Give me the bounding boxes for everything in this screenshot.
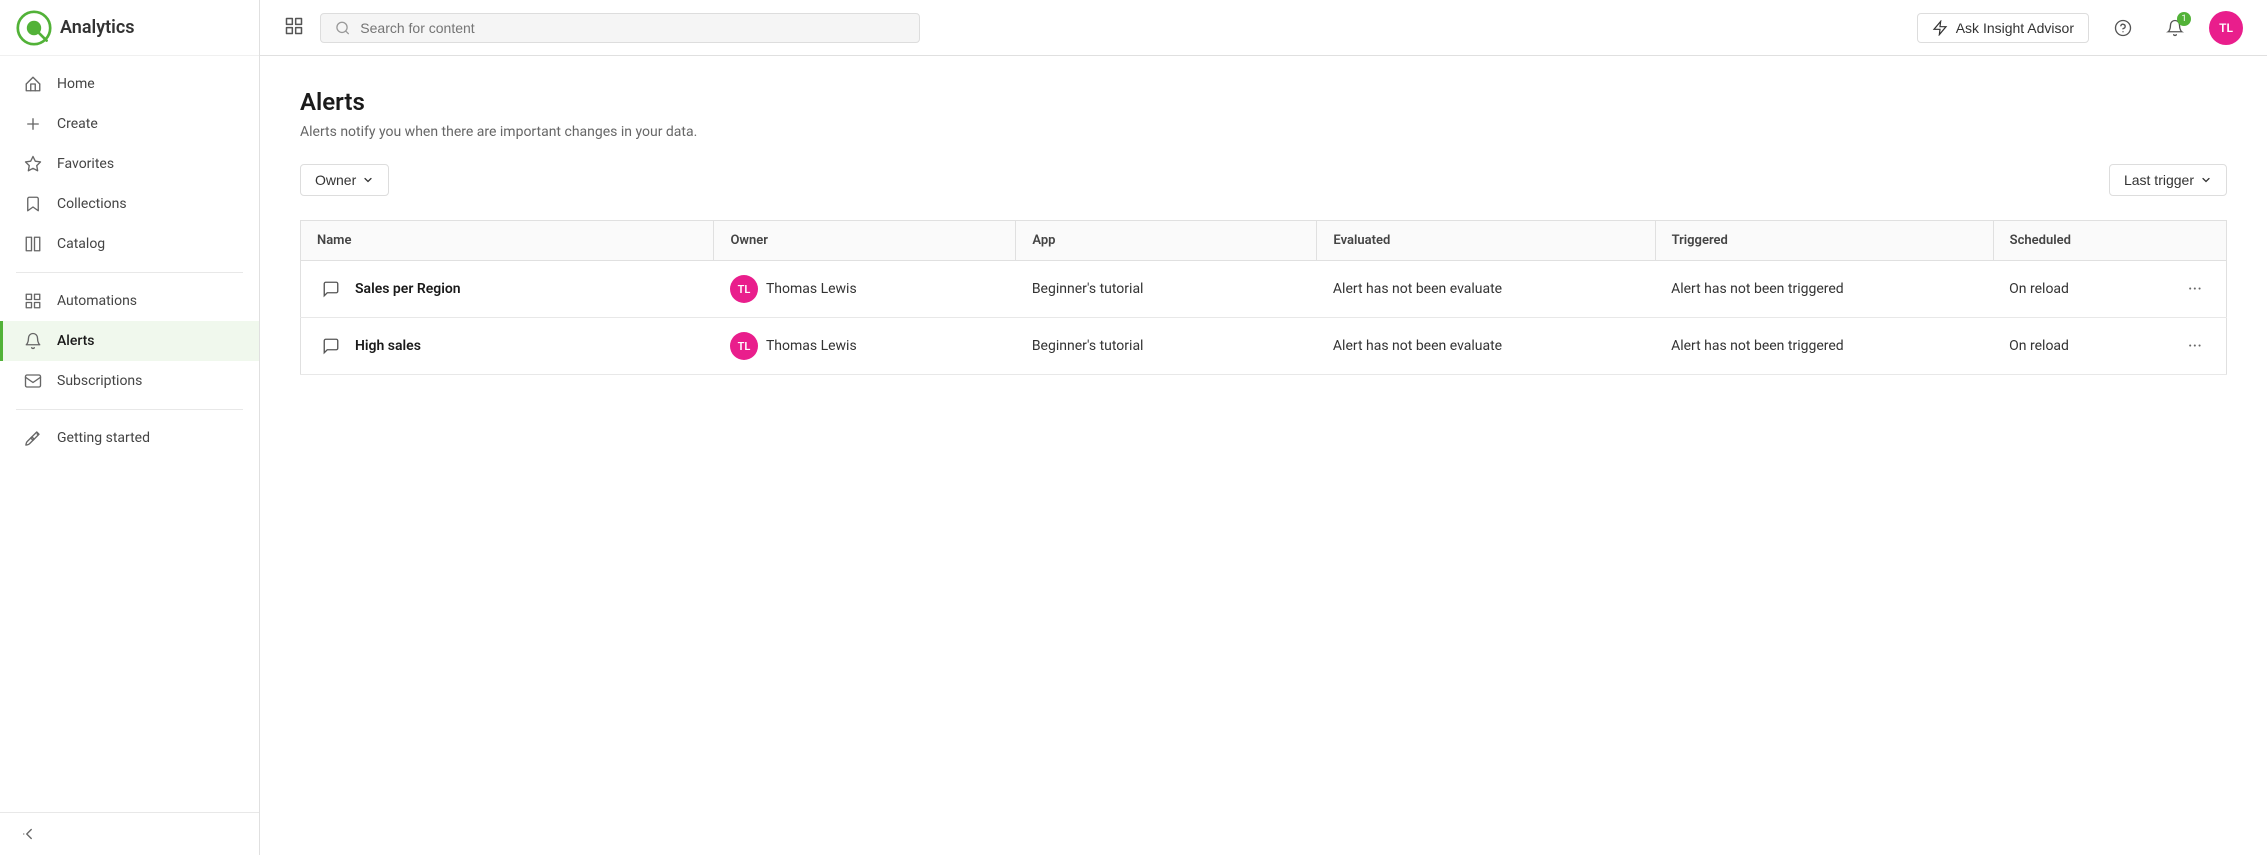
- bookmark-icon: [23, 194, 43, 214]
- col-header-name: Name: [301, 221, 714, 261]
- table-row: High sales TL Thomas Lewis Beginner's tu…: [301, 318, 2227, 375]
- rocket-icon: [23, 428, 43, 448]
- col-header-evaluated: Evaluated: [1317, 221, 1655, 261]
- alert-app-cell: Beginner's tutorial: [1016, 261, 1317, 318]
- alert-evaluated-cell: Alert has not been evaluate: [1317, 261, 1655, 318]
- notification-badge: 1: [2177, 12, 2191, 26]
- email-icon: [23, 371, 43, 391]
- sidebar-item-label: Favorites: [57, 156, 114, 172]
- alert-actions-cell: ···: [2164, 318, 2227, 375]
- plus-icon: [23, 114, 43, 134]
- alert-row-icon: [317, 275, 345, 303]
- sidebar: Analytics Home Create Favorites: [0, 0, 260, 855]
- page-content: Alerts Alerts notify you when there are …: [260, 56, 2267, 855]
- sidebar-item-label: Getting started: [57, 430, 150, 446]
- insight-icon: [1932, 20, 1948, 36]
- alert-actions-cell: ···: [2164, 261, 2227, 318]
- qlik-logo: Analytics: [16, 10, 135, 46]
- owner-avatar: TL: [730, 275, 758, 303]
- sidebar-nav: Home Create Favorites Collections: [0, 56, 259, 812]
- insight-advisor-label: Ask Insight Advisor: [1956, 20, 2074, 36]
- row-actions-button[interactable]: ···: [2180, 332, 2210, 361]
- alert-name-cell: Sales per Region: [301, 261, 714, 318]
- sidebar-item-collections[interactable]: Collections: [0, 184, 259, 224]
- header-right: Ask Insight Advisor 1 TL: [1917, 10, 2243, 46]
- alerts-table: Name Owner App Evaluated Triggered Sched…: [300, 220, 2227, 375]
- alert-evaluated-cell: Alert has not been evaluate: [1317, 318, 1655, 375]
- sidebar-item-home[interactable]: Home: [0, 64, 259, 104]
- home-icon: [23, 74, 43, 94]
- owner-avatar: TL: [730, 332, 758, 360]
- owner-filter-label: Owner: [315, 172, 356, 188]
- search-bar[interactable]: [320, 13, 920, 43]
- alert-name[interactable]: Sales per Region: [355, 281, 461, 297]
- sidebar-item-label: Catalog: [57, 236, 105, 252]
- notifications-button[interactable]: 1: [2157, 10, 2193, 46]
- alert-triggered-cell: Alert has not been triggered: [1655, 261, 1993, 318]
- automations-icon: [23, 291, 43, 311]
- apps-grid-button[interactable]: [284, 16, 304, 40]
- help-button[interactable]: [2105, 10, 2141, 46]
- sidebar-item-label: Collections: [57, 196, 127, 212]
- alert-owner-cell: TL Thomas Lewis: [714, 261, 1016, 318]
- nav-divider-2: [16, 409, 243, 410]
- col-header-app: App: [1016, 221, 1317, 261]
- col-header-actions: [2164, 221, 2227, 261]
- toolbar: Owner Last trigger: [300, 164, 2227, 196]
- user-avatar[interactable]: TL: [2209, 11, 2243, 45]
- collapse-icon: [20, 825, 38, 843]
- sidebar-item-alerts[interactable]: Alerts: [0, 321, 259, 361]
- alert-name[interactable]: High sales: [355, 338, 421, 354]
- last-trigger-button[interactable]: Last trigger: [2109, 164, 2227, 196]
- sidebar-item-create[interactable]: Create: [0, 104, 259, 144]
- sidebar-item-favorites[interactable]: Favorites: [0, 144, 259, 184]
- sidebar-item-label: Alerts: [57, 333, 95, 349]
- col-header-scheduled: Scheduled: [1993, 221, 2164, 261]
- insight-advisor-button[interactable]: Ask Insight Advisor: [1917, 13, 2089, 43]
- sidebar-item-catalog[interactable]: Catalog: [0, 224, 259, 264]
- sidebar-bottom: [0, 812, 259, 855]
- page-title: Alerts: [300, 88, 2227, 116]
- sidebar-item-label: Subscriptions: [57, 373, 142, 389]
- last-trigger-label: Last trigger: [2124, 172, 2194, 188]
- alert-name-cell: High sales: [301, 318, 714, 375]
- row-actions-button[interactable]: ···: [2180, 275, 2210, 304]
- collapse-sidebar-button[interactable]: [20, 825, 239, 843]
- chevron-down-icon: [362, 174, 374, 186]
- book-icon: [23, 234, 43, 254]
- owner-filter-button[interactable]: Owner: [300, 164, 389, 196]
- search-icon: [335, 20, 350, 36]
- alert-row-icon: [317, 332, 345, 360]
- sidebar-item-label: Create: [57, 116, 98, 132]
- chevron-down-icon-2: [2200, 174, 2212, 186]
- page-subtitle: Alerts notify you when there are importa…: [300, 124, 2227, 140]
- header: Ask Insight Advisor 1 TL: [260, 0, 2267, 56]
- owner-name: Thomas Lewis: [766, 338, 857, 354]
- sidebar-item-subscriptions[interactable]: Subscriptions: [0, 361, 259, 401]
- app-title: Analytics: [60, 17, 135, 38]
- nav-divider: [16, 272, 243, 273]
- alert-app-cell: Beginner's tutorial: [1016, 318, 1317, 375]
- alert-scheduled-cell: On reload: [1993, 261, 2164, 318]
- help-icon: [2114, 19, 2132, 37]
- sidebar-item-label: Automations: [57, 293, 137, 309]
- bell-icon: [23, 331, 43, 351]
- qlik-logo-icon: [16, 10, 52, 46]
- owner-name: Thomas Lewis: [766, 281, 857, 297]
- table-row: Sales per Region TL Thomas Lewis Beginne…: [301, 261, 2227, 318]
- col-header-triggered: Triggered: [1655, 221, 1993, 261]
- sidebar-item-getting-started[interactable]: Getting started: [0, 418, 259, 458]
- alert-owner-cell: TL Thomas Lewis: [714, 318, 1016, 375]
- table-header-row: Name Owner App Evaluated Triggered Sched…: [301, 221, 2227, 261]
- sidebar-item-label: Home: [57, 76, 95, 92]
- sidebar-top: Analytics: [0, 0, 259, 56]
- main: Ask Insight Advisor 1 TL Alerts Al: [260, 0, 2267, 855]
- sidebar-item-automations[interactable]: Automations: [0, 281, 259, 321]
- search-input[interactable]: [360, 20, 905, 36]
- alert-triggered-cell: Alert has not been triggered: [1655, 318, 1993, 375]
- alert-scheduled-cell: On reload: [1993, 318, 2164, 375]
- star-icon: [23, 154, 43, 174]
- col-header-owner: Owner: [714, 221, 1016, 261]
